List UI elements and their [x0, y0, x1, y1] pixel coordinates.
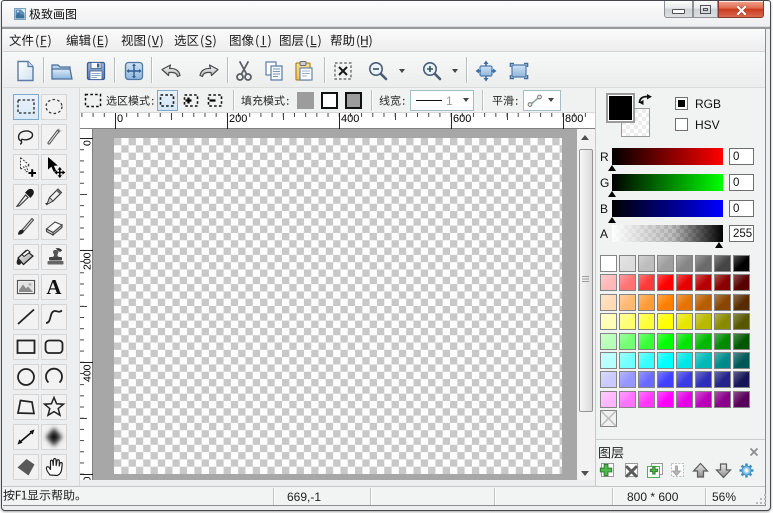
svg-text:200: 200	[82, 252, 94, 270]
svg-text:600: 600	[82, 476, 94, 480]
svg-text:A: A	[46, 275, 62, 299]
svg-text:0: 0	[82, 140, 94, 146]
svg-text:400: 400	[82, 364, 94, 382]
